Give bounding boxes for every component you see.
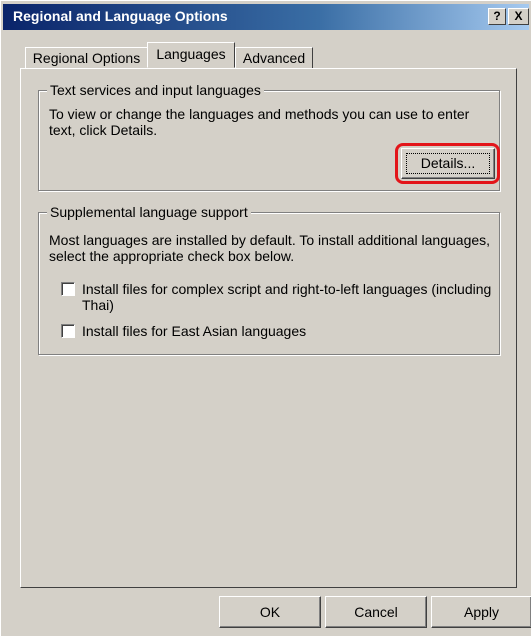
supplemental-description: Most languages are installed by default.… [49,232,491,264]
dialog-window: Regional and Language Options ? X Region… [0,0,531,636]
help-button[interactable]: ? [488,8,506,25]
cancel-button[interactable]: Cancel [325,596,427,628]
close-button[interactable]: X [508,8,529,25]
close-icon: X [514,9,523,23]
complex-script-checkbox[interactable] [61,282,75,296]
title-bar[interactable]: Regional and Language Options ? X [3,4,529,30]
tab-regional-options[interactable]: Regional Options [25,47,148,69]
east-asian-label[interactable]: Install files for East Asian languages [82,323,482,339]
cancel-label: Cancel [354,604,398,620]
ok-button[interactable]: OK [219,596,321,628]
details-highlight-annotation [395,143,500,184]
tab-languages-label: Languages [156,46,226,62]
apply-label: Apply [463,604,500,620]
window-title: Regional and Language Options [13,8,228,24]
tab-languages[interactable]: Languages [147,42,235,68]
help-icon: ? [493,9,501,23]
supplemental-legend: Supplemental language support [47,204,251,220]
tab-regional-options-label: Regional Options [32,50,141,66]
tab-advanced-label: Advanced [242,50,306,66]
tab-advanced[interactable]: Advanced [235,47,313,69]
east-asian-checkbox[interactable] [61,324,75,338]
complex-script-label[interactable]: Install files for complex script and rig… [82,281,502,313]
ok-label: OK [259,604,281,620]
text-services-description: To view or change the languages and meth… [49,106,470,138]
apply-button[interactable]: Apply [431,596,531,628]
text-services-legend: Text services and input languages [47,82,264,98]
